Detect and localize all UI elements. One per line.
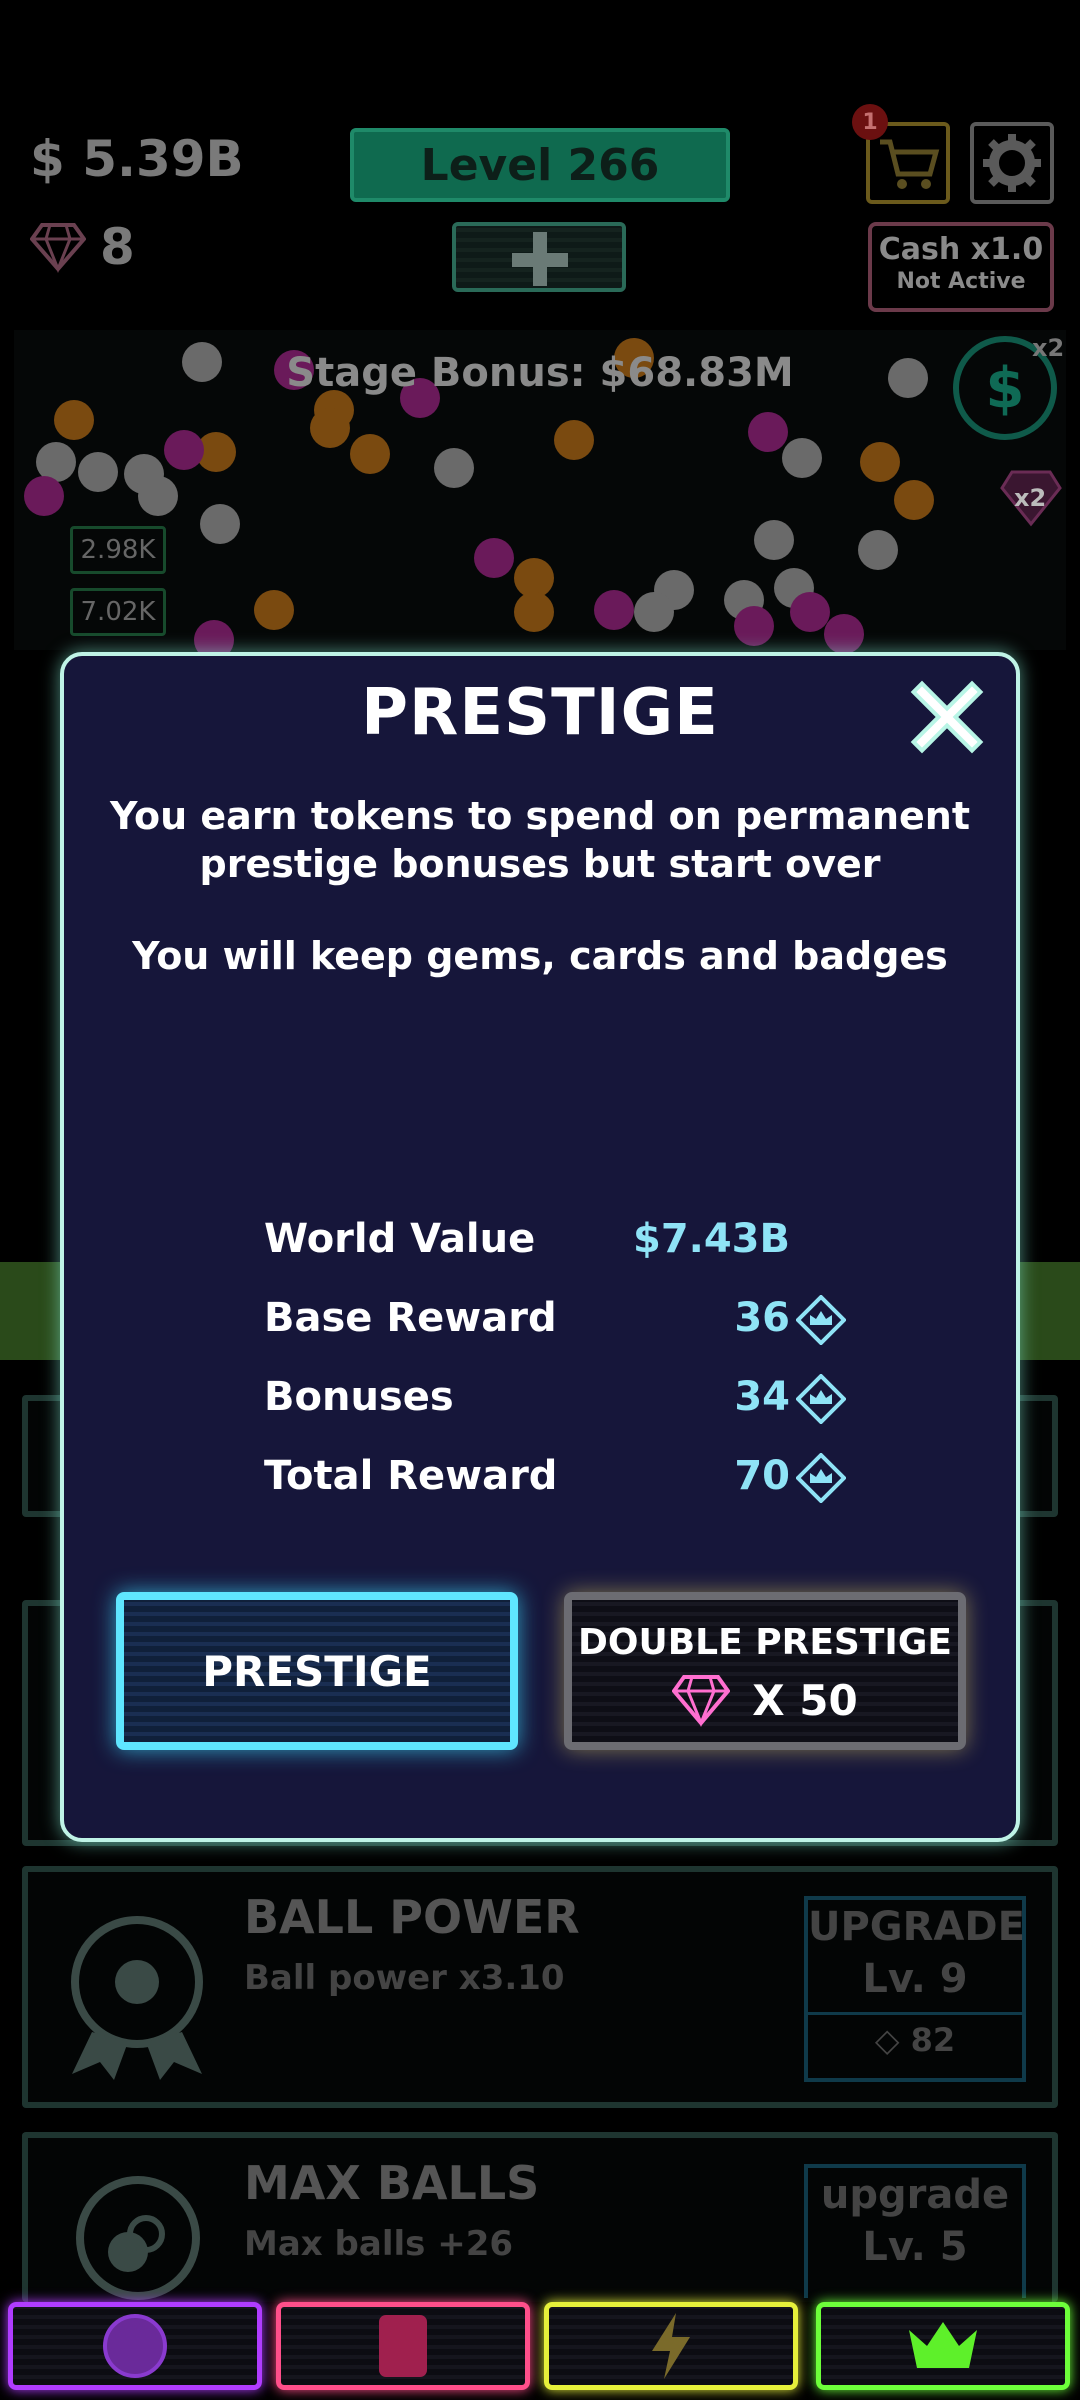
- gear-icon: [983, 134, 1041, 192]
- upgrade-title: BALL POWER: [244, 1890, 580, 1944]
- card-icon: [379, 2315, 427, 2377]
- gem-count: 8: [100, 218, 135, 276]
- stat-label: World Value: [264, 1216, 536, 1262]
- gem-boost-button[interactable]: x2: [1000, 466, 1062, 528]
- nav-prestige-tab[interactable]: [816, 2302, 1070, 2390]
- ball: [754, 520, 794, 560]
- ball: [200, 504, 240, 544]
- ball: [860, 442, 900, 482]
- nav-boosts-tab[interactable]: [544, 2302, 798, 2390]
- nav-balls-tab[interactable]: [8, 2302, 262, 2390]
- prestige-token-icon: [796, 1453, 846, 1503]
- max-balls-upgrade-button[interactable]: upgrade Lv. 5: [804, 2164, 1026, 2298]
- cart-notification-badge: 1: [852, 104, 888, 140]
- total-reward-value: 70: [734, 1453, 790, 1499]
- cash-multiplier-button[interactable]: Cash x1.0 Not Active: [868, 222, 1054, 312]
- dialog-description: You earn tokens to spend on permanent pr…: [109, 794, 970, 886]
- crown-icon: [909, 2322, 977, 2368]
- upgrade-subtitle: Max balls +26: [244, 2224, 514, 2264]
- prestige-token-icon: [796, 1374, 846, 1424]
- ball: [554, 420, 594, 460]
- ball: [858, 530, 898, 570]
- stat-label: Total Reward: [264, 1453, 558, 1499]
- ball: [24, 476, 64, 516]
- gem-icon: [30, 223, 86, 273]
- cash-boost-multiplier: x2: [1032, 334, 1065, 362]
- prestige-button-label: PRESTIGE: [202, 1646, 432, 1696]
- upgrade-label: upgrade: [820, 2172, 1010, 2218]
- ball: [734, 606, 774, 646]
- ball: [824, 614, 864, 654]
- lightning-icon: [652, 2313, 690, 2379]
- stage-bonus-label: Stage Bonus: $68.83M: [286, 350, 794, 396]
- close-icon: [910, 680, 984, 754]
- ball: [790, 592, 830, 632]
- bonuses-value: 34: [734, 1374, 790, 1420]
- settings-button[interactable]: [970, 122, 1054, 204]
- close-button[interactable]: [910, 680, 984, 754]
- balls-icon: [76, 2176, 200, 2300]
- ball: [634, 592, 674, 632]
- money-counter: $ 5.39B: [30, 130, 244, 188]
- ball: [894, 480, 934, 520]
- dollar-icon: $: [985, 355, 1025, 421]
- stat-label: Bonuses: [264, 1374, 454, 1420]
- badge-icon: [71, 1916, 203, 2080]
- ball: [594, 590, 634, 630]
- upgrade-title: MAX BALLS: [244, 2156, 540, 2210]
- ball: [514, 592, 554, 632]
- cash-multiplier-label: Cash x1.0: [878, 232, 1044, 267]
- stat-label: Base Reward: [264, 1295, 557, 1341]
- world-value: $7.43B: [632, 1216, 790, 1262]
- ball-power-upgrade-button[interactable]: UPGRADE Lv. 9 ◇ 82: [804, 1896, 1026, 2082]
- ball: [310, 408, 350, 448]
- nav-cards-tab[interactable]: [276, 2302, 530, 2390]
- ball: [78, 452, 118, 492]
- dialog-keep-note: You will keep gems, cards and badges: [132, 934, 948, 978]
- value-tag: 7.02K: [70, 588, 166, 636]
- upgrade-level: Lv. 5: [862, 2224, 968, 2270]
- double-prestige-button[interactable]: DOUBLE PRESTIGE X 50: [564, 1592, 966, 1750]
- ball: [748, 412, 788, 452]
- gem-boost-multiplier: x2: [1014, 484, 1047, 512]
- double-prestige-cost: X 50: [752, 1675, 858, 1725]
- upgrade-level: Lv. 9: [862, 1956, 968, 2002]
- ball: [254, 590, 294, 630]
- level-indicator: Level 266: [350, 128, 730, 202]
- prestige-button[interactable]: PRESTIGE: [116, 1592, 518, 1750]
- ball: [782, 438, 822, 478]
- ball: [474, 538, 514, 578]
- gem-icon: [672, 1675, 731, 1727]
- cash-status-label: Not Active: [896, 269, 1026, 294]
- gem-counter: 8: [30, 218, 135, 276]
- upgrade-subtitle: Ball power x3.10: [244, 1958, 565, 1998]
- value-tag: 2.98K: [70, 526, 166, 574]
- upgrade-cost: ◇ 82: [808, 2012, 1022, 2059]
- ball: [350, 434, 390, 474]
- base-reward-value: 36: [734, 1295, 790, 1341]
- ball: [434, 448, 474, 488]
- add-level-button[interactable]: [452, 222, 626, 292]
- cart-icon: [880, 139, 940, 189]
- ball: [138, 476, 178, 516]
- ball: [54, 400, 94, 440]
- prestige-token-icon: [796, 1295, 846, 1345]
- token-icon: ◇: [874, 2021, 900, 2059]
- circle-icon: [103, 2314, 167, 2378]
- double-prestige-label: DOUBLE PRESTIGE: [578, 1622, 952, 1663]
- upgrade-label: UPGRADE: [808, 1904, 1025, 1950]
- ball: [164, 430, 204, 470]
